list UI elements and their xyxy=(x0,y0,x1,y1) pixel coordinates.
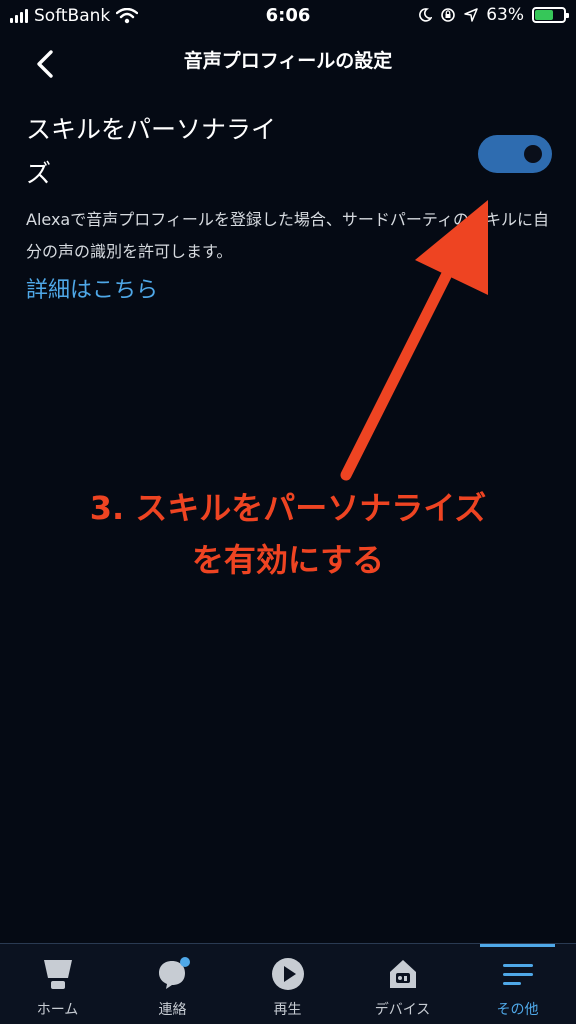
nav-active-indicator xyxy=(480,944,555,947)
chat-icon xyxy=(158,957,190,989)
nav-communicate[interactable]: 連絡 xyxy=(115,944,230,1024)
annotation-line-2: を有効にする xyxy=(191,541,385,579)
annotation-text: 3. スキルをパーソナライズ を有効にする xyxy=(0,482,576,586)
nav-devices-label: デバイス xyxy=(374,1002,431,1018)
status-bar: SoftBank 6:06 63% xyxy=(0,0,576,34)
nav-more-label: その他 xyxy=(496,1002,539,1018)
battery-percent: 63% xyxy=(486,5,524,25)
setting-title: スキルをパーソナライズ xyxy=(26,115,277,188)
details-link[interactable]: 詳細はこちら xyxy=(26,272,158,304)
annotation-line-1: 3. スキルをパーソナライズ xyxy=(89,489,487,527)
devices-icon xyxy=(389,960,416,988)
header: 音声プロフィールの設定 xyxy=(0,34,576,90)
play-icon xyxy=(271,958,304,990)
nav-communicate-label: 連絡 xyxy=(158,1002,187,1018)
battery-icon xyxy=(532,7,569,23)
setting-description: Alexaで音声プロフィールを登録した場合、サードパーティのスキルに自分の声の識… xyxy=(26,210,549,261)
bottom-nav: ホーム 連絡 再生 デバイス その他 xyxy=(0,943,576,1024)
nav-home[interactable]: ホーム xyxy=(0,944,115,1024)
moon-icon xyxy=(419,8,433,22)
status-right: 63% xyxy=(418,5,569,25)
nav-devices[interactable]: デバイス xyxy=(345,944,460,1024)
rotation-lock-icon xyxy=(441,8,456,22)
home-icon xyxy=(43,960,72,989)
battery-fill xyxy=(535,10,553,20)
page-title: 音声プロフィールの設定 xyxy=(183,50,393,72)
nav-home-label: ホーム xyxy=(36,1002,79,1018)
toggle-knob xyxy=(524,145,542,163)
nav-play[interactable]: 再生 xyxy=(230,944,345,1024)
location-icon xyxy=(464,8,478,22)
nav-more[interactable]: その他 xyxy=(460,944,575,1024)
nav-play-label: 再生 xyxy=(273,1002,302,1018)
menu-icon xyxy=(502,964,533,985)
personalize-toggle[interactable] xyxy=(478,135,552,173)
